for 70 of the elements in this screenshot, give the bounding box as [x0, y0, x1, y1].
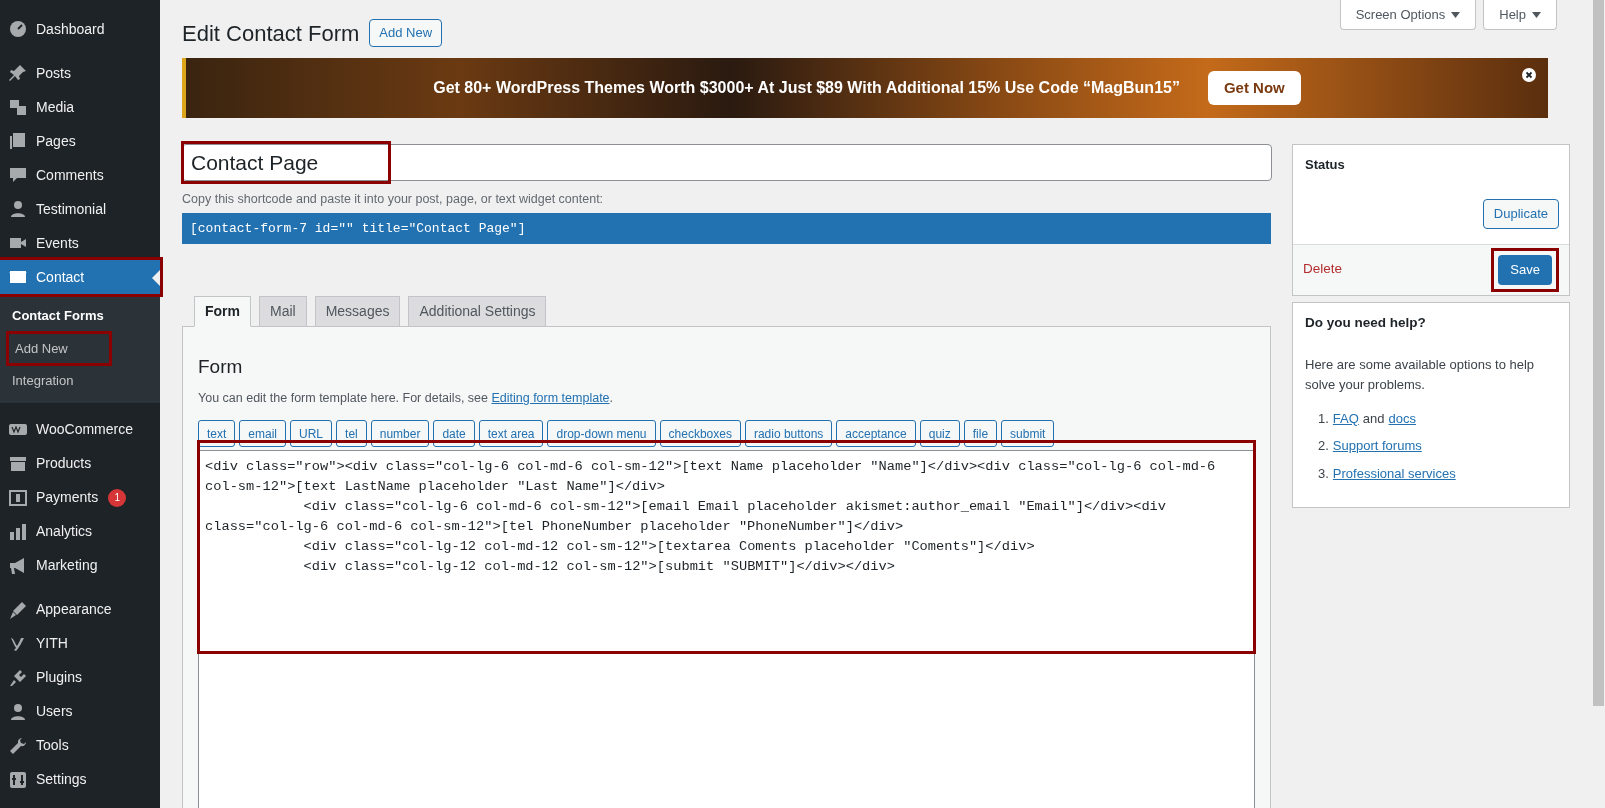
duplicate-button[interactable]: Duplicate	[1482, 198, 1559, 229]
menu-item[interactable]: Posts	[0, 56, 160, 90]
menu-item[interactable]: Tools	[0, 728, 160, 763]
submenu-item[interactable]: Integration	[6, 366, 112, 396]
help-text: Here are some available options to help solve your problems.	[1305, 355, 1536, 394]
caret-icon	[1451, 11, 1461, 18]
menu-item[interactable]: Dashboard	[0, 12, 160, 46]
menu-item[interactable]: Media	[0, 90, 160, 124]
menu-icon	[8, 521, 28, 542]
menu-item[interactable]: Marketing	[0, 548, 160, 583]
menu-item[interactable]: Pages	[0, 124, 160, 158]
menu-icon	[8, 131, 28, 151]
menu-item[interactable]: Analytics	[0, 514, 160, 549]
page-title: Edit Contact Form	[182, 19, 360, 48]
form-heading: Form	[198, 354, 244, 379]
submenu-item[interactable]: Add New	[6, 330, 112, 366]
menu-icon	[8, 19, 28, 39]
screen-options-tab[interactable]: Screen Options	[1339, 0, 1477, 30]
link[interactable]: Editing form template	[491, 391, 610, 406]
link[interactable]: Support forums	[1332, 436, 1422, 456]
menu-item[interactable]: Appearance	[0, 592, 160, 627]
caret-icon	[1532, 11, 1541, 18]
tab[interactable]: Form	[194, 295, 251, 327]
menu-item[interactable]: Contact	[0, 260, 160, 294]
status-title: Status	[1304, 156, 1346, 174]
help-title: Do you need help?	[1305, 313, 1427, 332]
help-tab[interactable]: Help	[1483, 0, 1557, 30]
menu-icon	[8, 63, 28, 83]
title-field[interactable]: Contact Page	[182, 144, 1272, 181]
banner-text: Get 80+ WordPress Themes Worth $3000+ At Just $89 With Additional 15% Use Code “MagBun15”	[433, 78, 1180, 98]
menu-icon	[8, 165, 28, 185]
list-number: 2.	[1318, 437, 1329, 456]
list-number: 1.	[1318, 409, 1329, 428]
tab[interactable]: Mail	[259, 295, 307, 327]
menu-item[interactable]: Events	[0, 226, 160, 260]
add-new-button[interactable]: Add New	[369, 19, 443, 47]
menu-item[interactable]: Products	[0, 446, 160, 481]
save-button[interactable]: Save	[1498, 254, 1552, 285]
menu-icon	[8, 735, 28, 756]
tab[interactable]: Additional Settings	[408, 295, 547, 327]
menu-icon	[8, 97, 28, 117]
menu-item[interactable]: YITH	[0, 626, 160, 661]
get-now-button[interactable]: Get Now	[1207, 71, 1301, 105]
submenu-item[interactable]: Contact Forms	[6, 301, 112, 331]
menu-icon	[8, 769, 28, 790]
list-number: 3.	[1318, 464, 1329, 483]
delete-link[interactable]: Delete	[1303, 259, 1343, 280]
menu-icon	[8, 199, 28, 219]
menu-icon	[8, 701, 28, 722]
close-icon[interactable]	[1522, 68, 1536, 82]
menu-item[interactable]: Users	[0, 694, 160, 729]
menu-icon	[8, 487, 28, 508]
shortcode-hint: Copy this shortcode and paste it into your post, page, or text widget content:	[182, 191, 605, 208]
menu-item[interactable]: WooCommerce	[0, 412, 160, 447]
notification-badge: 1	[108, 488, 127, 507]
link[interactable]: docs	[1388, 408, 1417, 429]
menu-item[interactable]: Comments	[0, 158, 160, 192]
menu-item[interactable]: Testimonial	[0, 192, 160, 226]
menu-icon	[8, 667, 28, 688]
shortcode-field[interactable]: [contact-form-7 id="" title="Contact Page"]	[182, 212, 1271, 244]
tab[interactable]: Messages	[314, 295, 401, 327]
current-arrow-icon	[152, 270, 160, 286]
form-description: You can edit the form template here. For details, see Editing form template.	[198, 390, 615, 408]
link[interactable]: Professional services	[1332, 463, 1456, 484]
menu-item[interactable]: Settings	[0, 762, 160, 797]
help-text: and	[1362, 409, 1385, 428]
menu-item[interactable]: Plugins	[0, 660, 160, 695]
menu-icon	[8, 599, 28, 620]
menu-item[interactable]: Payments 1	[0, 480, 160, 515]
link[interactable]: FAQ	[1332, 408, 1359, 429]
